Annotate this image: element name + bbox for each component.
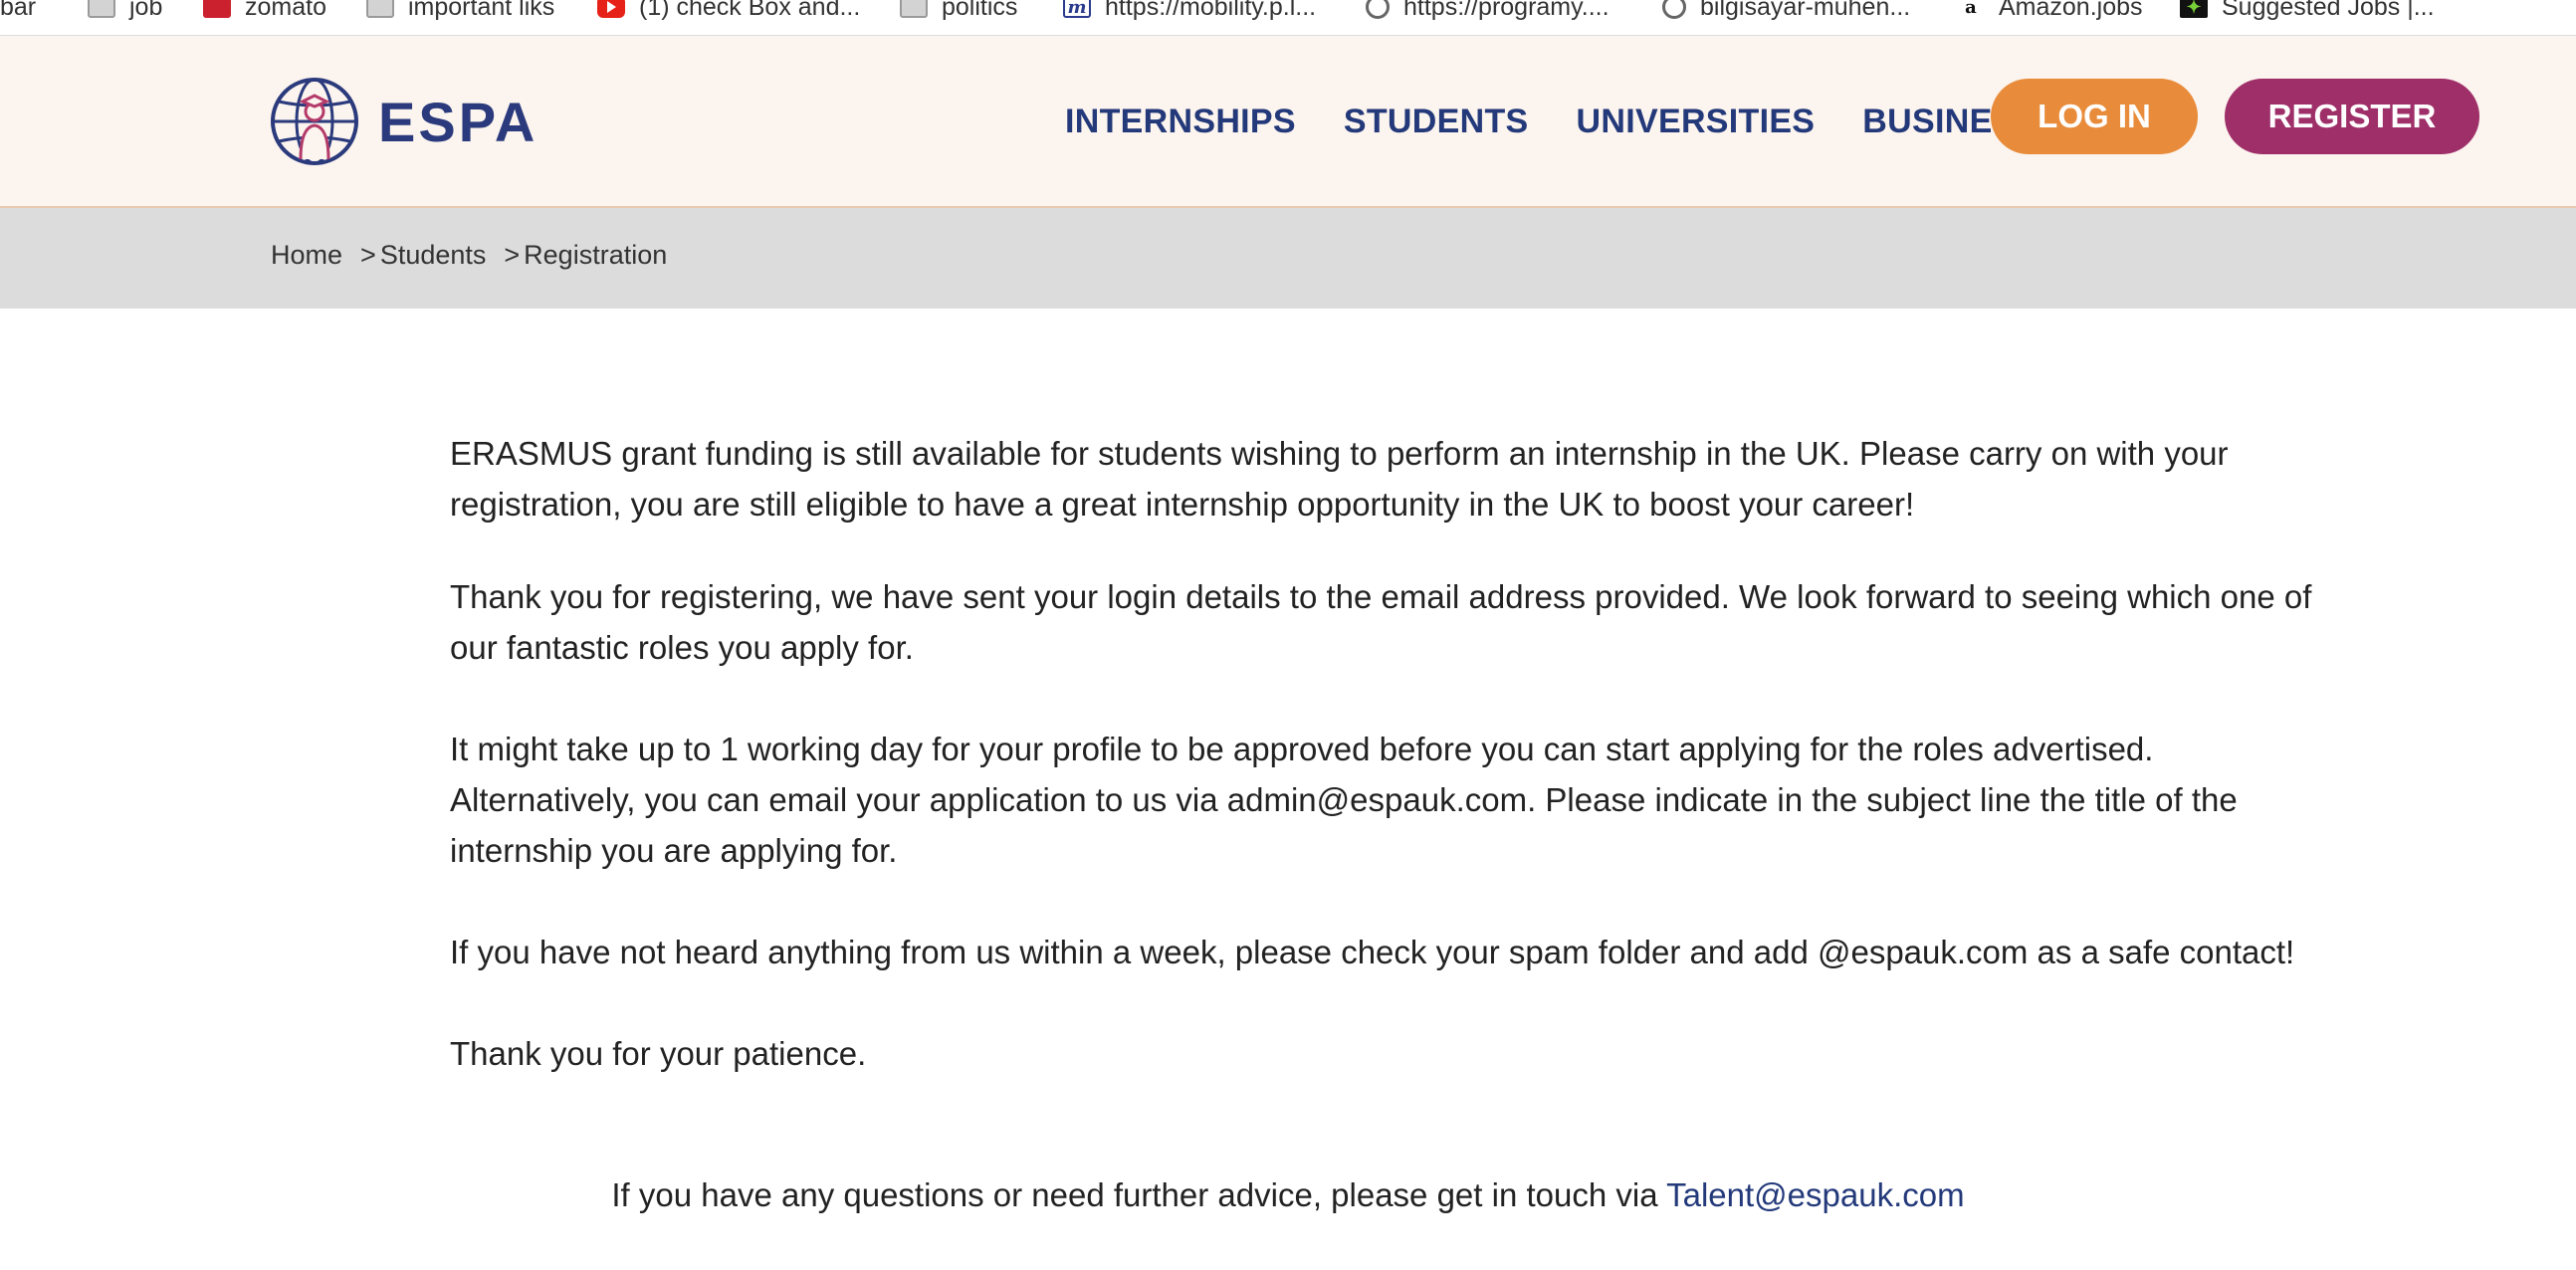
bookmark-zomato[interactable]: zomato — [203, 0, 326, 22]
bookmark-label: (1) check Box and... — [639, 0, 861, 21]
patience-paragraph: Thank you for your patience. — [450, 1035, 867, 1072]
bookmark-label: Suggested Jobs |... — [2222, 0, 2435, 21]
bookmark-job[interactable]: job — [88, 0, 162, 22]
bookmark-label: https://mobility.p.l... — [1105, 0, 1317, 21]
zomato-icon — [203, 0, 231, 18]
register-button[interactable]: REGISTER — [2225, 79, 2479, 154]
contact-text: If you have any questions or need furthe… — [611, 1176, 1667, 1213]
breadcrumb: Home > Students > Registration — [271, 240, 667, 271]
bookmark-bilgisayar[interactable]: bilgisayar-muhen... — [1662, 0, 1910, 22]
approval-paragraph: It might take up to 1 working day for yo… — [450, 731, 2238, 869]
globe-icon — [1366, 0, 1390, 19]
site-header: ESPA INTERNSHIPS STUDENTS UNIVERSITIES B… — [0, 36, 2576, 208]
bookmark-bar[interactable]: bar — [0, 0, 36, 22]
globe-icon — [1662, 0, 1686, 19]
breadcrumb-home[interactable]: Home — [271, 240, 342, 271]
erasmus-notice: ERASMUS grant funding is still available… — [450, 435, 2229, 523]
breadcrumb-students[interactable]: Students — [380, 240, 487, 271]
bookmark-label: bilgisayar-muhen... — [1700, 0, 1911, 21]
bookmarks-bar: bar job zomato important liks (1) check … — [0, 0, 2576, 36]
breadcrumb-separator: > — [504, 240, 521, 270]
globe-logo-icon — [271, 78, 358, 165]
bookmark-mobility[interactable]: m https://mobility.p.l... — [1063, 0, 1316, 22]
espa-logo[interactable]: ESPA — [269, 76, 537, 167]
bookmark-suggested-jobs[interactable]: ✦ Suggested Jobs |... — [2180, 0, 2435, 22]
bookmark-label: politics — [942, 0, 1018, 21]
bookmark-label: Amazon.jobs — [1999, 0, 2143, 21]
logo-text: ESPA — [378, 90, 538, 153]
bookmark-programy[interactable]: https://programy.... — [1366, 0, 1610, 22]
main-nav: INTERNSHIPS STUDENTS UNIVERSITIES BUSINE… — [1065, 92, 2083, 151]
bookmark-amazon-jobs[interactable]: a Amazon.jobs — [1957, 0, 2143, 22]
breadcrumb-separator: > — [360, 240, 376, 270]
nav-internships[interactable]: INTERNSHIPS — [1065, 103, 1296, 141]
bookmark-label: zomato — [245, 0, 326, 21]
folder-icon — [366, 0, 394, 18]
nav-universities[interactable]: UNIVERSITIES — [1577, 103, 1816, 141]
thank-you-paragraph: Thank you for registering, we have sent … — [450, 578, 2312, 666]
youtube-icon — [597, 0, 625, 18]
amazon-icon: a — [1957, 0, 1985, 18]
talent-email-link[interactable]: Talent@espauk.com — [1666, 1176, 1964, 1213]
breadcrumb-bar: Home > Students > Registration — [0, 208, 2576, 309]
bookmark-label: job — [129, 0, 163, 21]
bookmark-important-liks[interactable]: important liks — [366, 0, 554, 22]
bookmark-label: bar — [0, 0, 37, 21]
bookmark-youtube[interactable]: (1) check Box and... — [597, 0, 860, 22]
bookmark-politics[interactable]: politics — [900, 0, 1017, 22]
mobility-icon: m — [1063, 0, 1091, 18]
registration-message: ERASMUS grant funding is still available… — [450, 428, 2321, 1079]
nav-students[interactable]: STUDENTS — [1344, 103, 1529, 141]
bookmark-label: https://programy.... — [1403, 0, 1610, 21]
folder-icon — [88, 0, 115, 18]
jobs-icon: ✦ — [2180, 0, 2208, 18]
folder-icon — [900, 0, 928, 18]
spam-folder-paragraph: If you have not heard anything from us w… — [450, 934, 2295, 970]
login-button[interactable]: LOG IN — [1991, 79, 2198, 154]
contact-line: If you have any questions or need furthe… — [0, 1169, 2576, 1220]
bookmark-label: important liks — [408, 0, 555, 21]
breadcrumb-registration: Registration — [524, 240, 668, 270]
